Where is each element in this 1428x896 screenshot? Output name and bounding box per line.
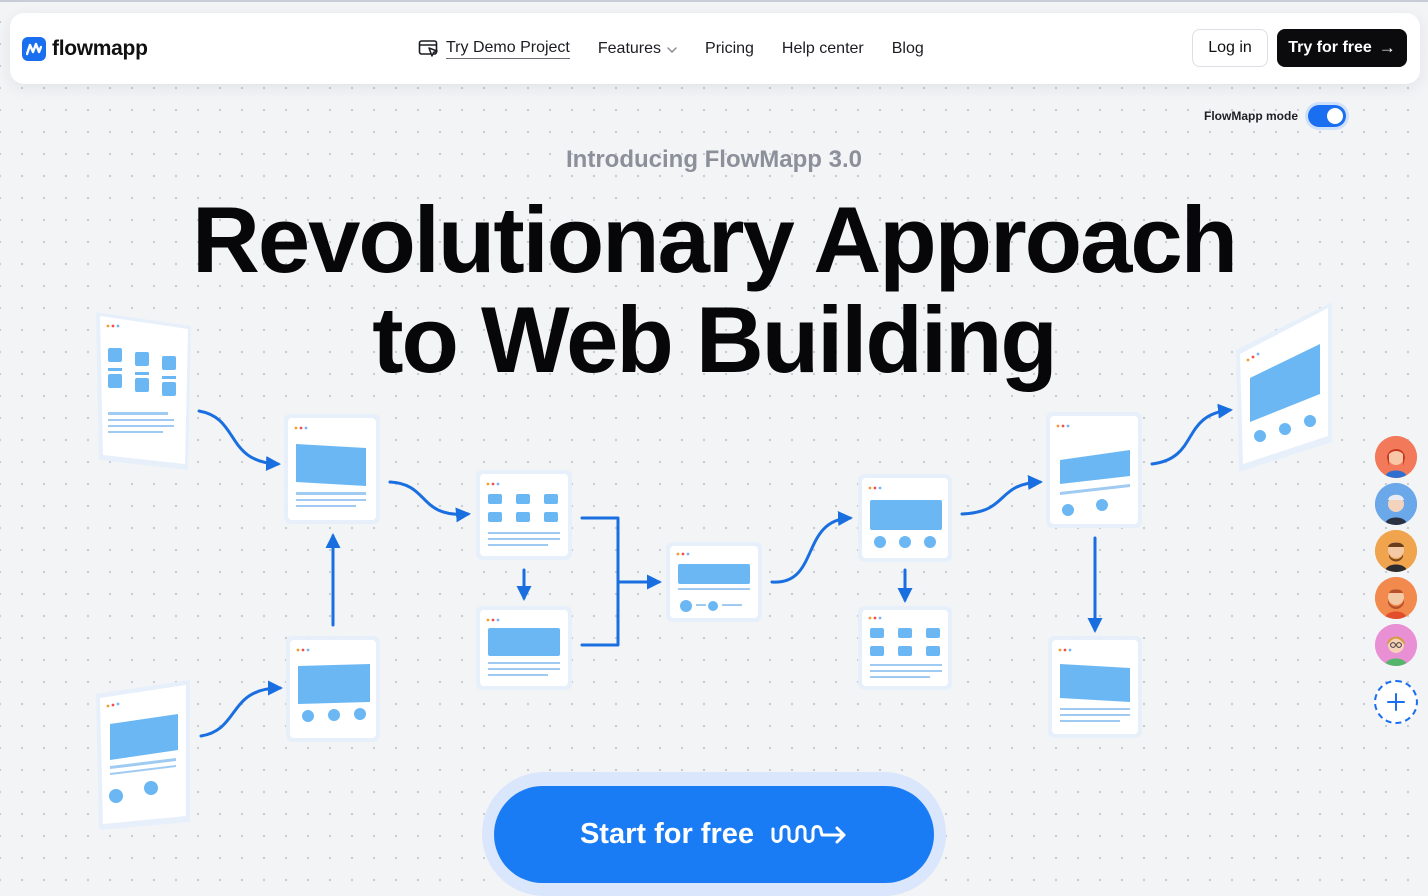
arrow-right-icon: → [1378, 38, 1396, 57]
site-flow-diagram [96, 302, 1332, 830]
help-center-link[interactable]: Help center [782, 40, 864, 58]
blog-link[interactable]: Blog [892, 40, 924, 58]
help-center-label: Help center [781, 40, 864, 57]
card-right-top [1046, 412, 1142, 528]
card-center [666, 542, 762, 622]
collaborator-avatars [1375, 436, 1419, 671]
pricing-link[interactable]: Pricing [705, 40, 754, 58]
mode-label: FlowMapp mode [1204, 109, 1298, 123]
card-page-dots [858, 474, 952, 562]
card-grid-right [858, 606, 952, 690]
squiggle-arrow-icon [770, 823, 848, 847]
top-navbar: flowmapp Try Demo Project Features Prici… [10, 13, 1420, 84]
try-demo-link[interactable]: Try Demo Project [418, 39, 570, 59]
start-for-free-button[interactable]: Start for free [494, 786, 934, 883]
try-for-free-button[interactable]: Try for free → [1277, 29, 1407, 67]
avatar[interactable] [1375, 624, 1417, 666]
chevron-down-icon [667, 40, 677, 58]
features-menu[interactable]: Features [598, 40, 677, 58]
card-page-bottom [286, 636, 380, 742]
headline-line-1: Revolutionary Approach [191, 187, 1238, 292]
top-border [0, 0, 1428, 2]
card-hero-dots [96, 680, 190, 830]
blog-label: Blog [891, 40, 924, 57]
features-label: Features [597, 40, 662, 57]
cursor-window-icon [418, 39, 440, 59]
main-nav: Try Demo Project Features Pricing Help c… [418, 37, 952, 61]
brand-name: flowmapp [52, 37, 148, 60]
brand-logo[interactable]: flowmapp [22, 36, 148, 62]
headline-line-2: to Web Building [372, 287, 1058, 392]
flowmapp-mode-switch: FlowMapp mode [1204, 103, 1346, 129]
login-button[interactable]: Log in [1192, 29, 1268, 67]
flowmapp-logo-icon [22, 37, 46, 61]
plus-icon [1386, 692, 1406, 712]
cta-label: Start for free [579, 818, 755, 850]
toggle-knob [1327, 108, 1343, 124]
add-collaborator-button[interactable] [1374, 680, 1418, 724]
avatar[interactable] [1375, 530, 1417, 572]
card-page-small [476, 606, 572, 690]
avatar[interactable] [1375, 483, 1417, 525]
card-right-bottom [1048, 636, 1142, 738]
try-demo-label: Try Demo Project [446, 39, 570, 59]
pricing-label: Pricing [705, 40, 754, 57]
hero-intro: Introducing FlowMapp 3.0 [566, 146, 862, 173]
mode-toggle[interactable] [1308, 105, 1346, 127]
try-for-free-label: Try for free [1288, 39, 1372, 56]
card-grid-small [476, 470, 572, 560]
hero-headline: Revolutionary Approach to Web Building [0, 190, 1428, 390]
avatar[interactable] [1375, 577, 1417, 619]
card-page-top [284, 414, 380, 524]
avatar[interactable] [1375, 436, 1417, 478]
